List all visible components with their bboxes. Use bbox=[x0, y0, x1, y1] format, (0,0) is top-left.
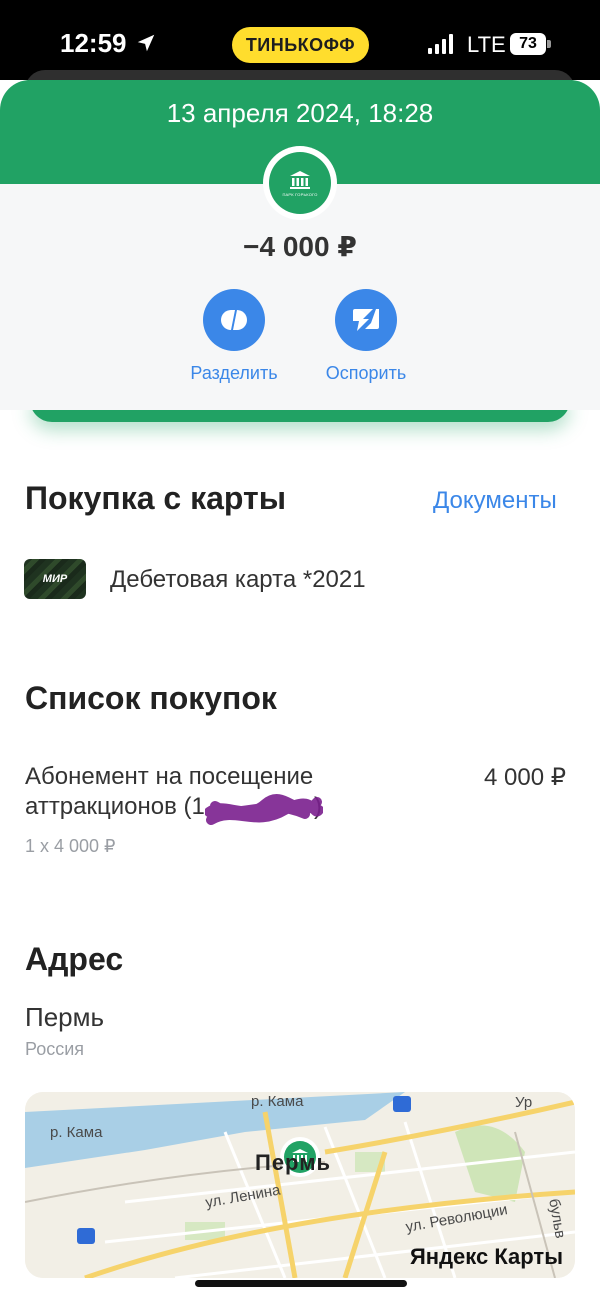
merchant-logo[interactable]: ПАРК ГОРЬКОГО bbox=[269, 152, 331, 214]
split-button[interactable]: Разделить bbox=[169, 289, 299, 384]
redaction-scribble bbox=[205, 794, 323, 825]
purchase-list-title: Список покупок bbox=[25, 680, 277, 716]
split-label: Разделить bbox=[190, 363, 278, 383]
purchase-title: Покупка с карты bbox=[25, 480, 287, 516]
dispute-button[interactable]: Оспорить bbox=[301, 289, 431, 384]
transaction-date: 13 апреля 2024, 18:28 bbox=[166, 98, 434, 128]
item-quantity: 1 x 4 000 ₽ bbox=[25, 836, 116, 856]
item-name-line2: аттракционов (1 bbox=[25, 793, 205, 820]
map-label-river-2: р. Кама bbox=[50, 1124, 103, 1141]
dispute-label: Оспорить bbox=[325, 363, 407, 383]
map-brand[interactable]: Яндекс Карты bbox=[410, 1244, 563, 1270]
card-label[interactable]: Дебетовая карта *2021 bbox=[110, 566, 366, 594]
logo-caption: ПАРК ГОРЬКОГО bbox=[282, 191, 318, 197]
documents-link[interactable]: Документы bbox=[433, 487, 557, 515]
battery-icon: 73 bbox=[510, 33, 546, 55]
split-icon bbox=[203, 289, 265, 351]
dispute-icon bbox=[335, 289, 397, 351]
carrier-badge[interactable]: ТИНЬКОФФ bbox=[232, 27, 369, 63]
item-name-line1: Абонемент на посещение bbox=[25, 763, 314, 790]
park-building-icon bbox=[290, 170, 310, 189]
address-title: Адрес bbox=[25, 941, 124, 977]
network-type: LTE bbox=[467, 32, 506, 57]
address-country: Россия bbox=[25, 1039, 85, 1059]
map-label-city: Пермь bbox=[255, 1150, 331, 1175]
home-indicator[interactable] bbox=[195, 1280, 407, 1287]
location-arrow-icon bbox=[137, 34, 155, 52]
map-label-street-3: Ур bbox=[515, 1094, 533, 1111]
card-brand: МИР bbox=[42, 573, 68, 585]
transaction-amount: −4 000 ₽ bbox=[243, 231, 357, 262]
status-time: 12:59 bbox=[60, 28, 127, 58]
address-city: Пермь bbox=[25, 1002, 105, 1032]
card-thumbnail: МИР bbox=[24, 559, 86, 599]
signal-icon bbox=[428, 34, 453, 54]
battery-tip bbox=[547, 40, 551, 48]
map-label-river-1: р. Кама bbox=[251, 1093, 304, 1110]
item-price: 4 000 ₽ bbox=[484, 764, 566, 791]
map-view[interactable]: р. Кама р. Кама ул. Ленина ул. Революции… bbox=[25, 1092, 575, 1278]
